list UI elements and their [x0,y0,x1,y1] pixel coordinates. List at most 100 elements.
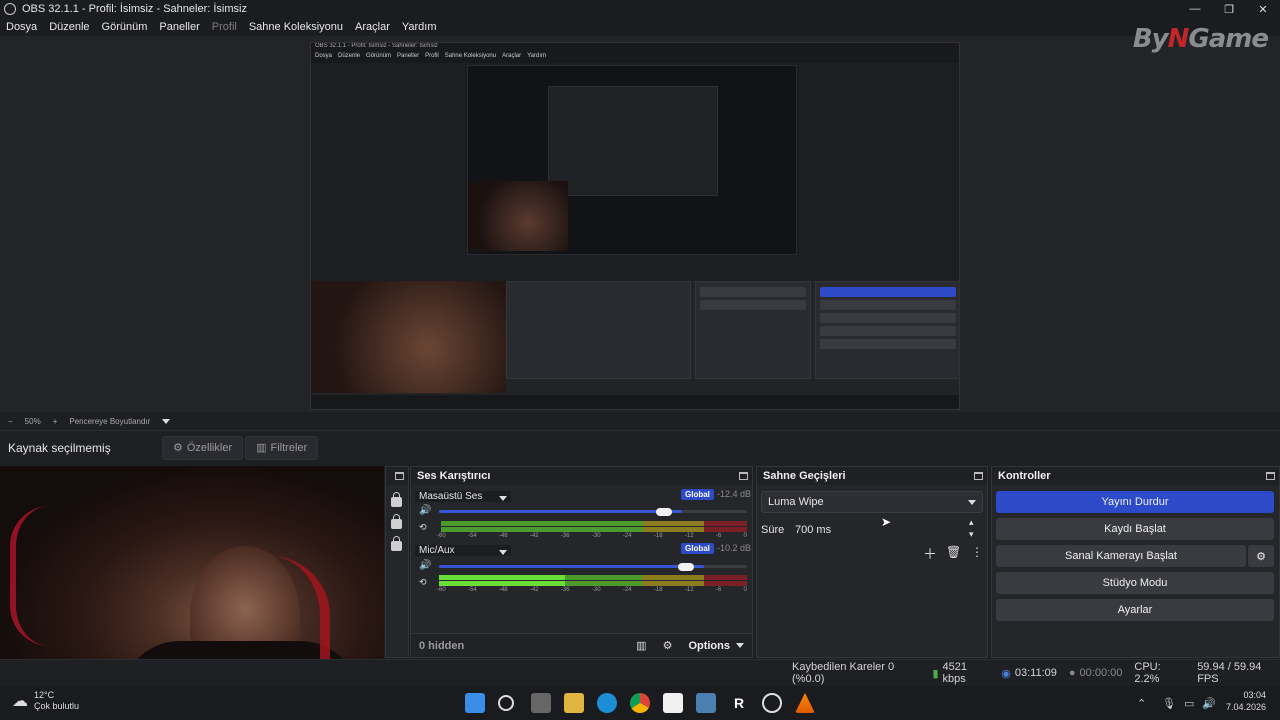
options-button[interactable]: Options [688,640,744,652]
maximize-button[interactable]: ❐ [1212,3,1246,16]
stream-time: ◉ 03:11:09 [1001,667,1057,680]
spin-up-icon[interactable]: ▴ [969,517,974,528]
speaker-icon[interactable]: 🔊 [419,505,431,516]
r-app-icon[interactable]: R [729,693,749,713]
audio-mixer-panel: Ses Karıştırıcı Masaüstü Ses Global -12.… [410,466,753,658]
volume-knob[interactable] [677,563,694,571]
volume-slider-desktop[interactable] [439,510,747,513]
menu-scene-collection[interactable]: Sahne Koleksiyonu [243,21,349,33]
audio-meter-mic [439,575,747,580]
audio-meter-desktop [441,521,747,526]
properties-button[interactable]: ⚙ Özellikler [162,435,244,460]
taskbar-clock[interactable]: 03:04 7.04.2026 [1226,689,1266,713]
menu-view[interactable]: Görünüm [96,21,154,33]
dock-icon[interactable] [739,472,748,480]
record-time: ● 00:00:00 [1068,667,1123,679]
source-status-label: Kaynak seçilmemiş [8,440,111,455]
menu-edit[interactable]: Düzenle [43,21,95,33]
dock-icon[interactable] [395,472,404,480]
signal-icon: ▮ [932,667,939,680]
obs-taskbar-icon[interactable] [762,693,782,713]
filters-button[interactable]: ▥ Filtreler [245,435,319,460]
lock-icon[interactable] [391,492,402,507]
audio-meter-mic-r [439,581,747,586]
chevron-down-icon [736,643,744,648]
menu-file[interactable]: Dosya [0,21,43,33]
global-badge[interactable]: Global [681,489,714,500]
lock-icon[interactable] [391,514,402,529]
app-icon[interactable] [696,693,716,713]
more-options-icon[interactable]: ⋮ [971,545,983,559]
volume-icon[interactable]: 🔊 [1202,697,1216,710]
duration-input[interactable]: 700 ms [795,524,831,536]
microphone-icon[interactable]: 🎙 [1162,697,1176,710]
stop-streaming-button[interactable]: Yayını Durdur [996,491,1274,513]
menu-help[interactable]: Yardım [396,21,443,33]
headphones-icon[interactable]: ⟲ [419,577,427,588]
lock-icon[interactable] [391,536,402,551]
stream-icon: ◉ [1001,667,1011,680]
start-menu-icon[interactable] [465,693,485,713]
headphones-icon[interactable]: ⟲ [419,522,427,533]
volume-knob[interactable] [656,508,673,516]
record-icon: ● [1068,667,1076,679]
dock-icon[interactable] [974,472,983,480]
start-virtual-camera-button[interactable]: Sanal Kamerayı Başlat [996,545,1246,567]
duration-label: Süre [761,524,785,536]
menu-docks[interactable]: Paneller [153,21,205,33]
channel-db: -12.4 dB [717,489,752,499]
nested-taskbar [311,395,959,409]
add-transition-icon[interactable]: ＋ [923,544,937,564]
fps: 59.94 / 59.94 FPS [1197,661,1262,685]
dock-icon[interactable] [1266,472,1275,480]
chevron-down-icon [968,500,976,505]
chevron-down-icon [499,495,507,501]
search-icon[interactable] [498,695,514,711]
volume-slider-mic[interactable] [439,565,747,568]
channel-name-mic[interactable]: Mic/Aux [415,543,511,557]
channel-name-desktop[interactable]: Masaüstü Ses [415,489,511,503]
channel-db: -10.2 dB [717,543,752,553]
menu-tools[interactable]: Araçlar [349,21,396,33]
zoom-in-button[interactable]: + [53,417,58,426]
store-icon[interactable] [663,693,683,713]
settings-button[interactable]: Ayarlar [996,599,1274,621]
task-view-icon[interactable] [531,693,551,713]
mouse-cursor-icon: ➤ [881,515,892,529]
layout-toggle-icon[interactable]: ▥ [636,639,646,652]
filter-icon: ▥ [256,442,267,454]
studio-mode-button[interactable]: Stüdyo Modu [996,572,1274,594]
network-icon[interactable]: ▭ [1184,697,1194,710]
start-recording-button[interactable]: Kaydı Başlat [996,518,1274,540]
cpu-usage: CPU: 2.2% [1134,661,1161,685]
fit-to-window-label[interactable]: Pencereye Boyutlandır [69,417,150,426]
nested-screen-capture: OBS 32.1.1 - Profil: İsimsiz - Sahneler:… [310,42,960,410]
chevron-up-icon[interactable]: ⌃ [1137,697,1146,710]
nested-title: OBS 32.1.1 - Profil: İsimsiz - Sahneler:… [311,43,959,53]
nested-inner-preview [548,86,718,196]
dropped-frames: Kaybedilen Kareler 0 (%0.0) [792,661,895,685]
minimize-button[interactable]: — [1178,3,1212,16]
nested-camera [468,181,568,251]
delete-transition-icon[interactable]: 🗑 [946,545,961,559]
edge-icon[interactable] [597,693,617,713]
file-explorer-icon[interactable] [564,693,584,713]
speaker-icon[interactable]: 🔊 [419,560,431,571]
transition-select[interactable]: Luma Wipe [761,491,983,513]
mixer-settings-icon[interactable]: ⚙ [663,639,673,652]
virtual-camera-settings-button[interactable]: ⚙ [1248,545,1274,567]
source-context-bar: Kaynak seçilmemiş ⚙ Özellikler ▥ Filtreler [0,430,1280,464]
spin-down-icon[interactable]: ▾ [969,529,974,540]
close-button[interactable]: ✕ [1246,3,1280,16]
controls-panel: Kontroller Yayını Durdur Kaydı Başlat Sa… [991,466,1280,658]
chevron-down-icon[interactable] [162,418,171,424]
nested-transitions [695,281,811,379]
nested-preview [467,65,797,255]
global-badge[interactable]: Global [681,543,714,554]
zoom-out-button[interactable]: − [8,417,13,426]
weather-widget[interactable]: ☁ 12°C Çok bulutlu [12,690,79,712]
scene-transitions-panel: Sahne Geçişleri Luma Wipe Süre 700 ms ▴ … [756,466,988,658]
hidden-count: 0 hidden [419,639,465,652]
menu-profile: Profil [211,21,237,33]
chrome-icon[interactable] [630,693,650,713]
